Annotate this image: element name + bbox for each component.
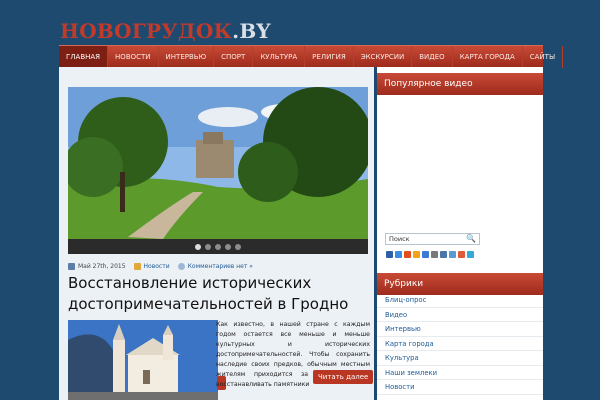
folder-icon — [133, 263, 141, 270]
nav-item[interactable]: ИНТЕРВЬЮ — [159, 45, 215, 68]
nav-item[interactable]: ВИДЕО — [412, 45, 453, 68]
nav-item[interactable]: САЙТЫ — [523, 45, 564, 68]
rubric-link[interactable]: Культура — [377, 351, 543, 366]
slider-dot[interactable] — [195, 243, 201, 250]
slide-image — [68, 87, 368, 254]
rubric-link[interactable]: Карта города — [377, 337, 543, 351]
main-content: Май 27th, 2015 Новости Комментариев нет … — [59, 67, 374, 400]
popular-video-heading: Популярное видео — [377, 73, 543, 95]
church-image — [68, 320, 218, 400]
social-share-icon[interactable] — [440, 251, 447, 258]
rubrics-list: Блиц-опрос Видео Интервью Карта города Культ… — [377, 293, 543, 395]
post-category-link[interactable]: Новости — [144, 263, 170, 270]
social-share-icon[interactable] — [386, 251, 393, 258]
nav-item[interactable]: НОВОСТИ — [108, 45, 159, 68]
slider-dot[interactable] — [215, 243, 221, 250]
slider-dot[interactable] — [225, 243, 231, 250]
rubric-link[interactable]: Видео — [377, 308, 543, 322]
read-more-button[interactable]: Читать далее — [313, 370, 374, 384]
nav-item[interactable]: СПОРТ — [214, 45, 254, 68]
logo-domain: .BY — [232, 19, 271, 43]
social-share-icon[interactable] — [431, 251, 438, 258]
social-share-icon[interactable] — [413, 251, 420, 258]
nav-item[interactable]: КАРТА ГОРОДА — [453, 45, 523, 68]
main-nav: ГЛАВНАЯ НОВОСТИ ИНТЕРВЬЮ СПОРТ КУЛЬТУРА РЕЛИГ… — [59, 45, 564, 68]
calendar-icon — [68, 263, 75, 270]
post-comments-link[interactable]: Комментариев нет » — [188, 263, 253, 270]
rubric-link[interactable]: Новости — [377, 380, 543, 395]
slider-pagination — [68, 239, 368, 254]
slider-dot[interactable] — [235, 243, 241, 250]
post-meta: Май 27th, 2015 Новости Комментариев нет … — [68, 263, 261, 270]
rubric-link[interactable]: Наши землеки — [377, 366, 543, 380]
logo-text: НОВОГРУДОК — [60, 19, 233, 43]
social-share-icon[interactable] — [404, 251, 411, 258]
slider-dot[interactable] — [205, 243, 211, 250]
social-share-icon[interactable] — [449, 251, 456, 258]
nav-item[interactable]: ГЛАВНАЯ — [59, 45, 109, 68]
image-slider[interactable] — [68, 87, 368, 254]
nav-item[interactable]: РЕЛИГИЯ — [305, 45, 354, 68]
social-share-icon[interactable] — [422, 251, 429, 258]
rubric-link[interactable]: Блиц-опрос — [377, 293, 543, 308]
nav-item[interactable]: ЭКСКУРСИИ — [354, 45, 413, 68]
post-title[interactable]: Восстановление исторических достопримеча… — [68, 273, 373, 315]
rubrics-heading: Рубрики — [377, 273, 543, 295]
social-share-icon[interactable] — [467, 251, 474, 258]
rubric-link[interactable]: Интервью — [377, 322, 543, 337]
social-share-icon[interactable] — [395, 251, 402, 258]
site-logo[interactable]: НОВОГРУДОК.BY — [60, 19, 271, 43]
social-share-icon[interactable] — [458, 251, 465, 258]
sidebar: Популярное видео Поиск 🔍 Рубрики Блиц-оп… — [377, 67, 543, 400]
comment-icon — [177, 263, 185, 270]
nav-item[interactable]: КУЛЬТУРА — [253, 45, 306, 68]
post-date: Май 27th, 2015 — [78, 263, 126, 270]
social-icons — [386, 251, 474, 258]
post-thumbnail[interactable] — [68, 320, 218, 400]
search-icon[interactable]: 🔍 — [466, 234, 476, 243]
